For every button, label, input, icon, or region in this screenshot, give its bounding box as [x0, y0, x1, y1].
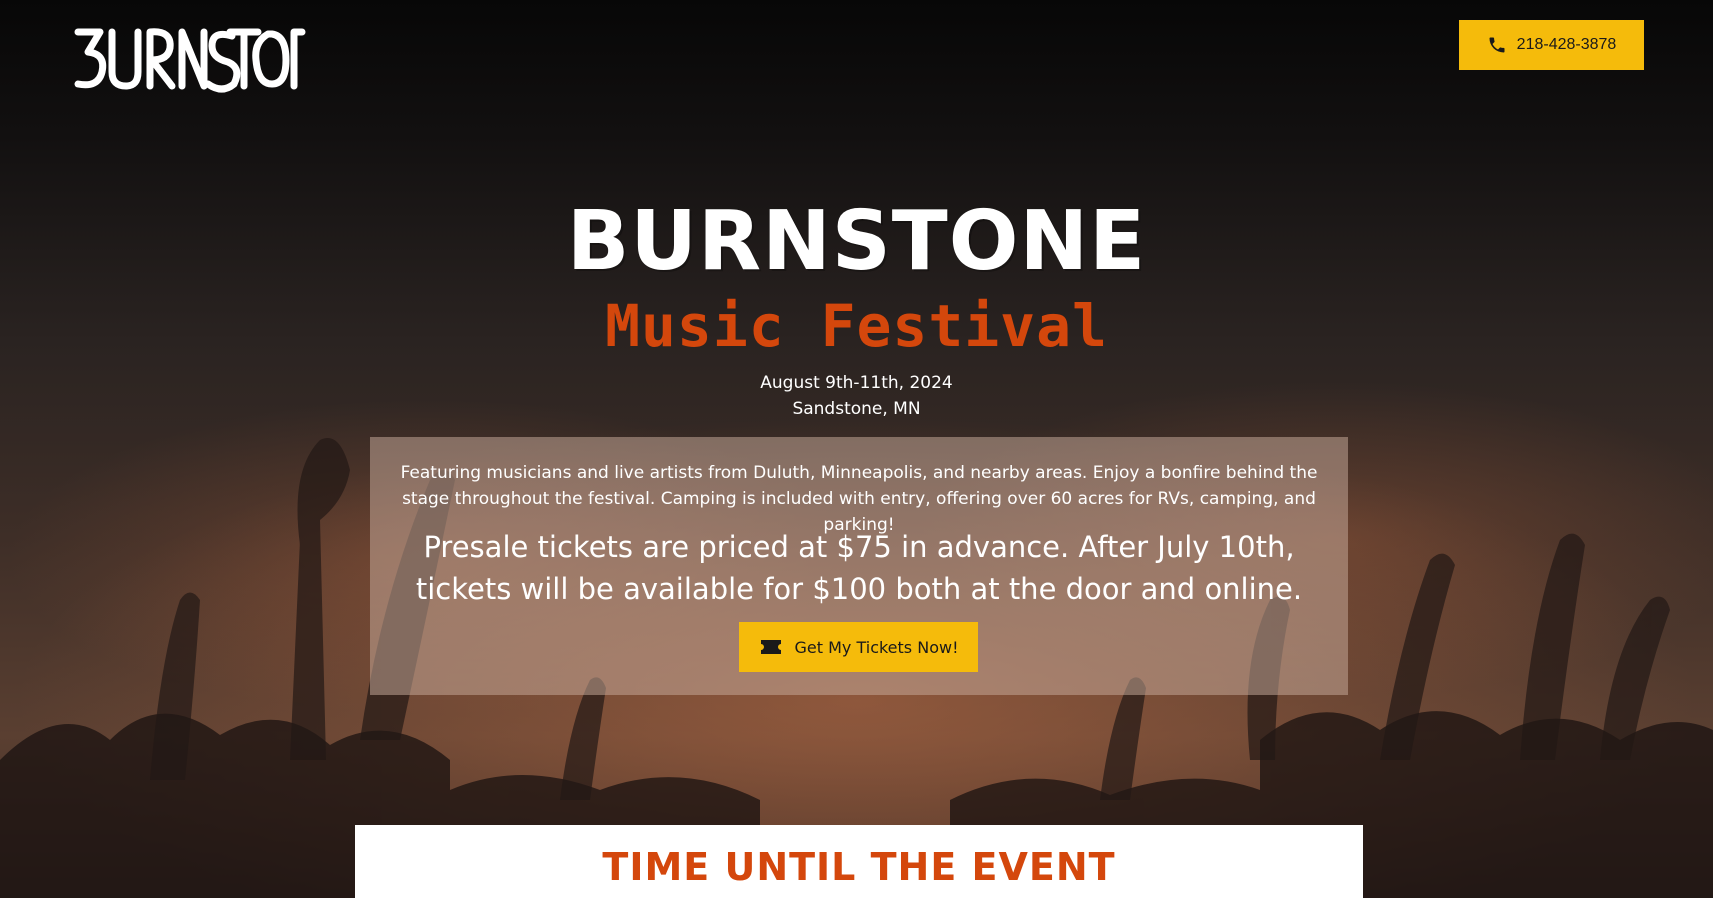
hero-subtitle: Music Festival: [605, 292, 1108, 360]
event-location: Sandstone, MN: [792, 399, 921, 419]
ticket-icon: [760, 640, 781, 654]
countdown-title: TIME UNTIL THE EVENT: [602, 845, 1116, 889]
get-tickets-button[interactable]: Get My Tickets Now!: [739, 622, 978, 672]
phone-icon: [1489, 37, 1505, 53]
countdown-panel: TIME UNTIL THE EVENT: [355, 825, 1363, 898]
phone-button[interactable]: 218-428-3878: [1459, 20, 1644, 70]
get-tickets-label: Get My Tickets Now!: [794, 637, 959, 657]
event-date: August 9th-11th, 2024: [760, 373, 953, 393]
landing-page: 218-428-3878 BURNSTONE Music Festival Au…: [0, 0, 1713, 898]
phone-number: 218-428-3878: [1516, 36, 1617, 53]
ticket-pricing: Presale tickets are priced at $75 in adv…: [415, 530, 1303, 606]
hero-title: BURNSTONE: [566, 194, 1147, 289]
info-box: Featuring musicians and live artists fro…: [370, 437, 1348, 695]
site-logo[interactable]: [72, 22, 306, 102]
